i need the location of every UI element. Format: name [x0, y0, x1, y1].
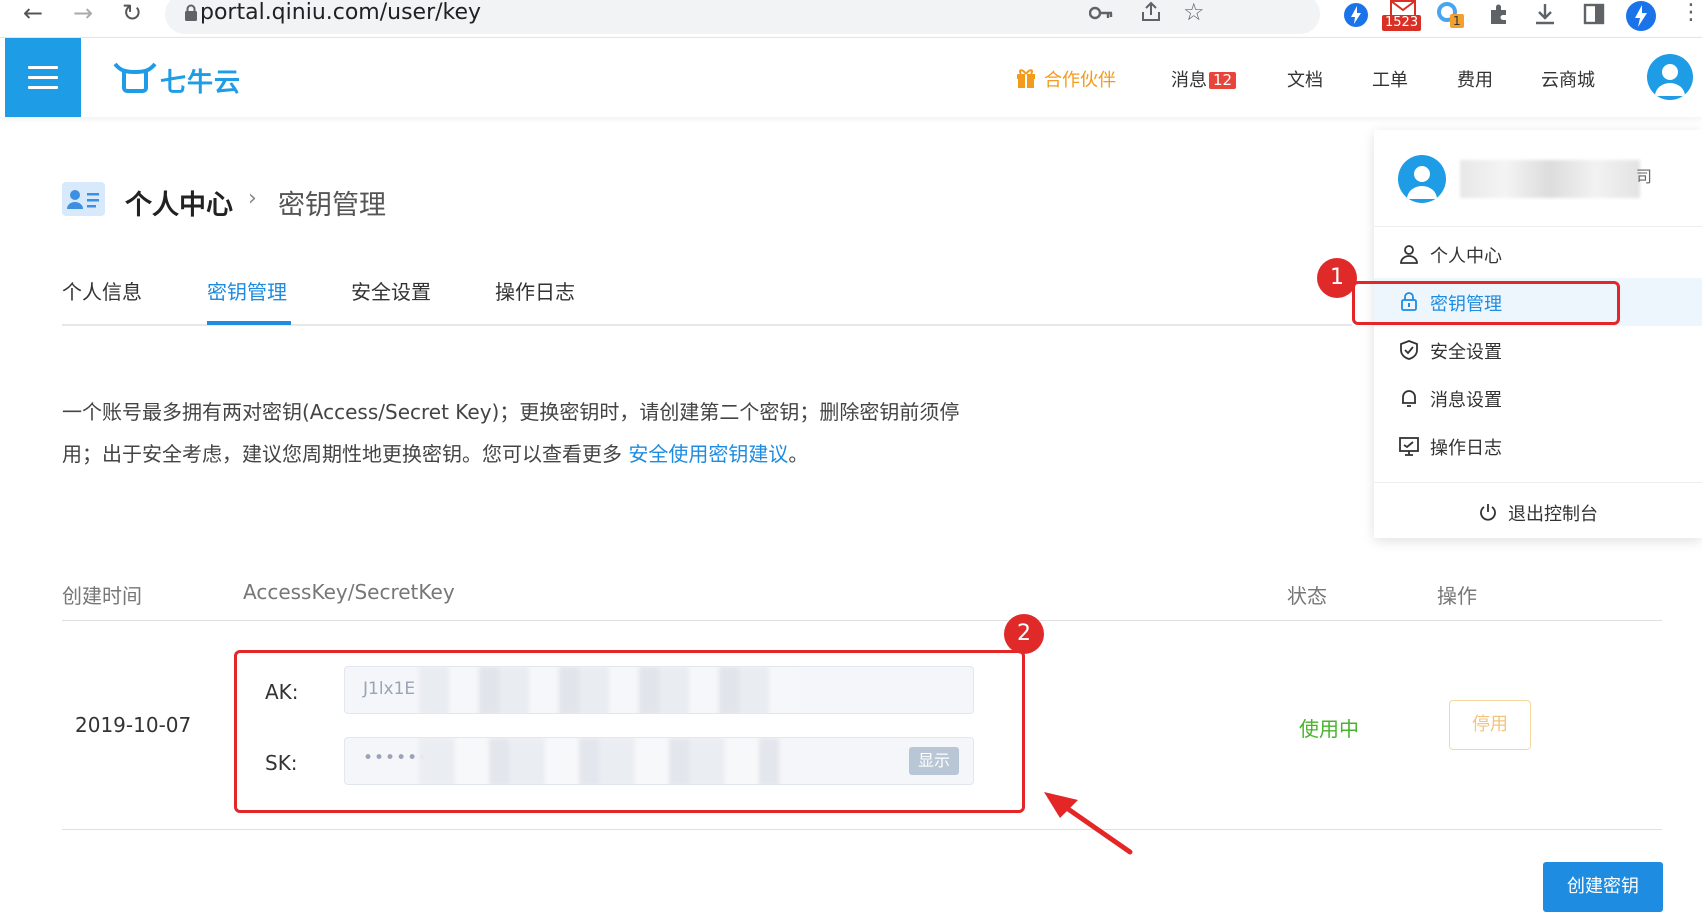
annotation-step-2: 2	[1004, 614, 1044, 654]
avatar-icon	[1655, 64, 1685, 96]
star-icon[interactable]: ☆	[1183, 0, 1205, 26]
sidepanel-icon[interactable]	[1582, 2, 1606, 26]
menu-item-operation-log[interactable]: 操作日志	[1374, 422, 1702, 470]
log-icon	[1399, 437, 1419, 456]
forward-icon[interactable]: →	[68, 0, 98, 30]
shield-icon	[1400, 340, 1418, 360]
hamburger-menu-button[interactable]	[5, 38, 81, 117]
qiniu-logo[interactable]: 七牛云	[112, 58, 242, 98]
description-end: 。	[788, 442, 809, 466]
puzzle-icon[interactable]	[1487, 2, 1511, 26]
extension-badge: 1	[1450, 14, 1464, 28]
account-name-suffix: 司	[1636, 167, 1653, 186]
nav-messages-label: 消息	[1171, 70, 1207, 91]
qiniu-logo-icon	[113, 62, 157, 93]
user-icon	[1400, 245, 1418, 264]
browser-toolbar: ← → ↻ portal.qiniu.com/user/key ☆ 1523 1	[0, 0, 1702, 38]
nav-partner[interactable]: 合作伙伴	[1016, 66, 1116, 92]
user-avatar[interactable]	[1647, 54, 1693, 100]
status-in-use: 使用中	[1299, 717, 1359, 741]
gift-icon	[1017, 69, 1035, 88]
nav-mall[interactable]: 云商城	[1541, 66, 1595, 92]
table-header-divider	[62, 620, 1662, 621]
tab-personal-info[interactable]: 个人信息	[62, 276, 142, 305]
breadcrumb-separator: ›	[248, 186, 257, 211]
dropdown-avatar	[1398, 155, 1446, 203]
messages-count-badge: 12	[1209, 72, 1237, 89]
mail-badge: 1523	[1382, 15, 1422, 31]
profile-bolt-icon[interactable]	[1625, 0, 1657, 32]
annotation-arrow-icon	[1044, 792, 1133, 855]
column-header-created: 创建时间	[62, 584, 142, 608]
extension-bolt-icon[interactable]	[1343, 2, 1369, 28]
user-dropdown-menu: 司 个人中心 密钥管理 安全设置 消息设置 操作日志 退出控制台	[1374, 130, 1702, 538]
tab-key-management[interactable]: 密钥管理	[207, 276, 287, 305]
redacted-account-name	[1460, 160, 1640, 198]
lock-icon	[185, 4, 197, 21]
logout-button[interactable]: 退出控制台	[1374, 490, 1702, 534]
security-advice-link[interactable]: 安全使用密钥建议	[628, 442, 788, 466]
description-text: 用；出于安全考虑，建议您周期性地更换密钥。您可以查看更多	[62, 442, 622, 466]
annotation-step-1: 1	[1317, 258, 1357, 298]
column-header-actions: 操作	[1437, 584, 1477, 608]
extension-2[interactable]: 1	[1436, 0, 1468, 32]
key-icon[interactable]	[1089, 4, 1113, 22]
address-bar[interactable]: portal.qiniu.com/user/key ☆	[165, 0, 1320, 34]
brand-name: 七牛云	[160, 68, 242, 98]
annotation-highlight-2	[234, 650, 1025, 813]
column-header-keys: AccessKey/SecretKey	[243, 580, 455, 604]
url-text: portal.qiniu.com/user/key	[200, 0, 482, 25]
nav-messages[interactable]: 消息 12	[1171, 66, 1237, 92]
nav-partner-label: 合作伙伴	[1044, 70, 1116, 91]
nav-billing[interactable]: 费用	[1457, 66, 1493, 92]
id-card-icon	[62, 182, 105, 216]
nav-docs[interactable]: 文档	[1287, 66, 1323, 92]
power-icon	[1480, 504, 1496, 521]
description-line-1: 一个账号最多拥有两对密钥(Access/Secret Key)；更换密钥时，请创…	[62, 400, 960, 424]
breadcrumb-main[interactable]: 个人中心	[125, 183, 233, 222]
back-icon[interactable]: ←	[18, 0, 48, 30]
annotation-highlight-1	[1352, 281, 1620, 325]
share-icon[interactable]	[1139, 0, 1163, 24]
description-line-2: 用；出于安全考虑，建议您周期性地更换密钥。您可以查看更多 安全使用密钥建议。	[62, 438, 808, 467]
create-key-button[interactable]: 创建密钥	[1543, 862, 1663, 912]
page-title: 密钥管理	[278, 190, 386, 221]
tab-security-settings[interactable]: 安全设置	[351, 276, 431, 305]
tab-operation-log[interactable]: 操作日志	[495, 276, 575, 305]
menu-item-label: 安全设置	[1430, 342, 1502, 363]
mail-extension[interactable]: 1523	[1382, 0, 1422, 34]
app-header: 七牛云 合作伙伴 消息 12 文档 工单 费用 云商城	[0, 38, 1702, 117]
bell-icon	[1402, 390, 1416, 407]
dropdown-divider	[1374, 482, 1702, 483]
created-date: 2019-10-07	[75, 713, 192, 737]
disable-key-button[interactable]: 停用	[1449, 700, 1531, 750]
more-menu-icon[interactable]: ⋮	[1680, 0, 1702, 25]
reload-icon[interactable]: ↻	[117, 0, 147, 30]
menu-item-message-settings[interactable]: 消息设置	[1374, 374, 1702, 422]
dropdown-divider	[1374, 226, 1702, 227]
nav-tickets[interactable]: 工单	[1372, 66, 1408, 92]
menu-item-personal-center[interactable]: 个人中心	[1374, 230, 1702, 278]
menu-item-security-settings[interactable]: 安全设置	[1374, 326, 1702, 374]
menu-item-label: 个人中心	[1430, 246, 1502, 267]
table-row-divider	[62, 829, 1662, 830]
download-icon[interactable]	[1533, 2, 1557, 26]
active-tab-indicator	[207, 321, 291, 325]
menu-item-label: 消息设置	[1430, 390, 1502, 411]
avatar-icon	[1407, 166, 1437, 199]
column-header-status: 状态	[1287, 584, 1327, 608]
logout-label: 退出控制台	[1508, 504, 1598, 525]
menu-item-label: 操作日志	[1430, 438, 1502, 459]
